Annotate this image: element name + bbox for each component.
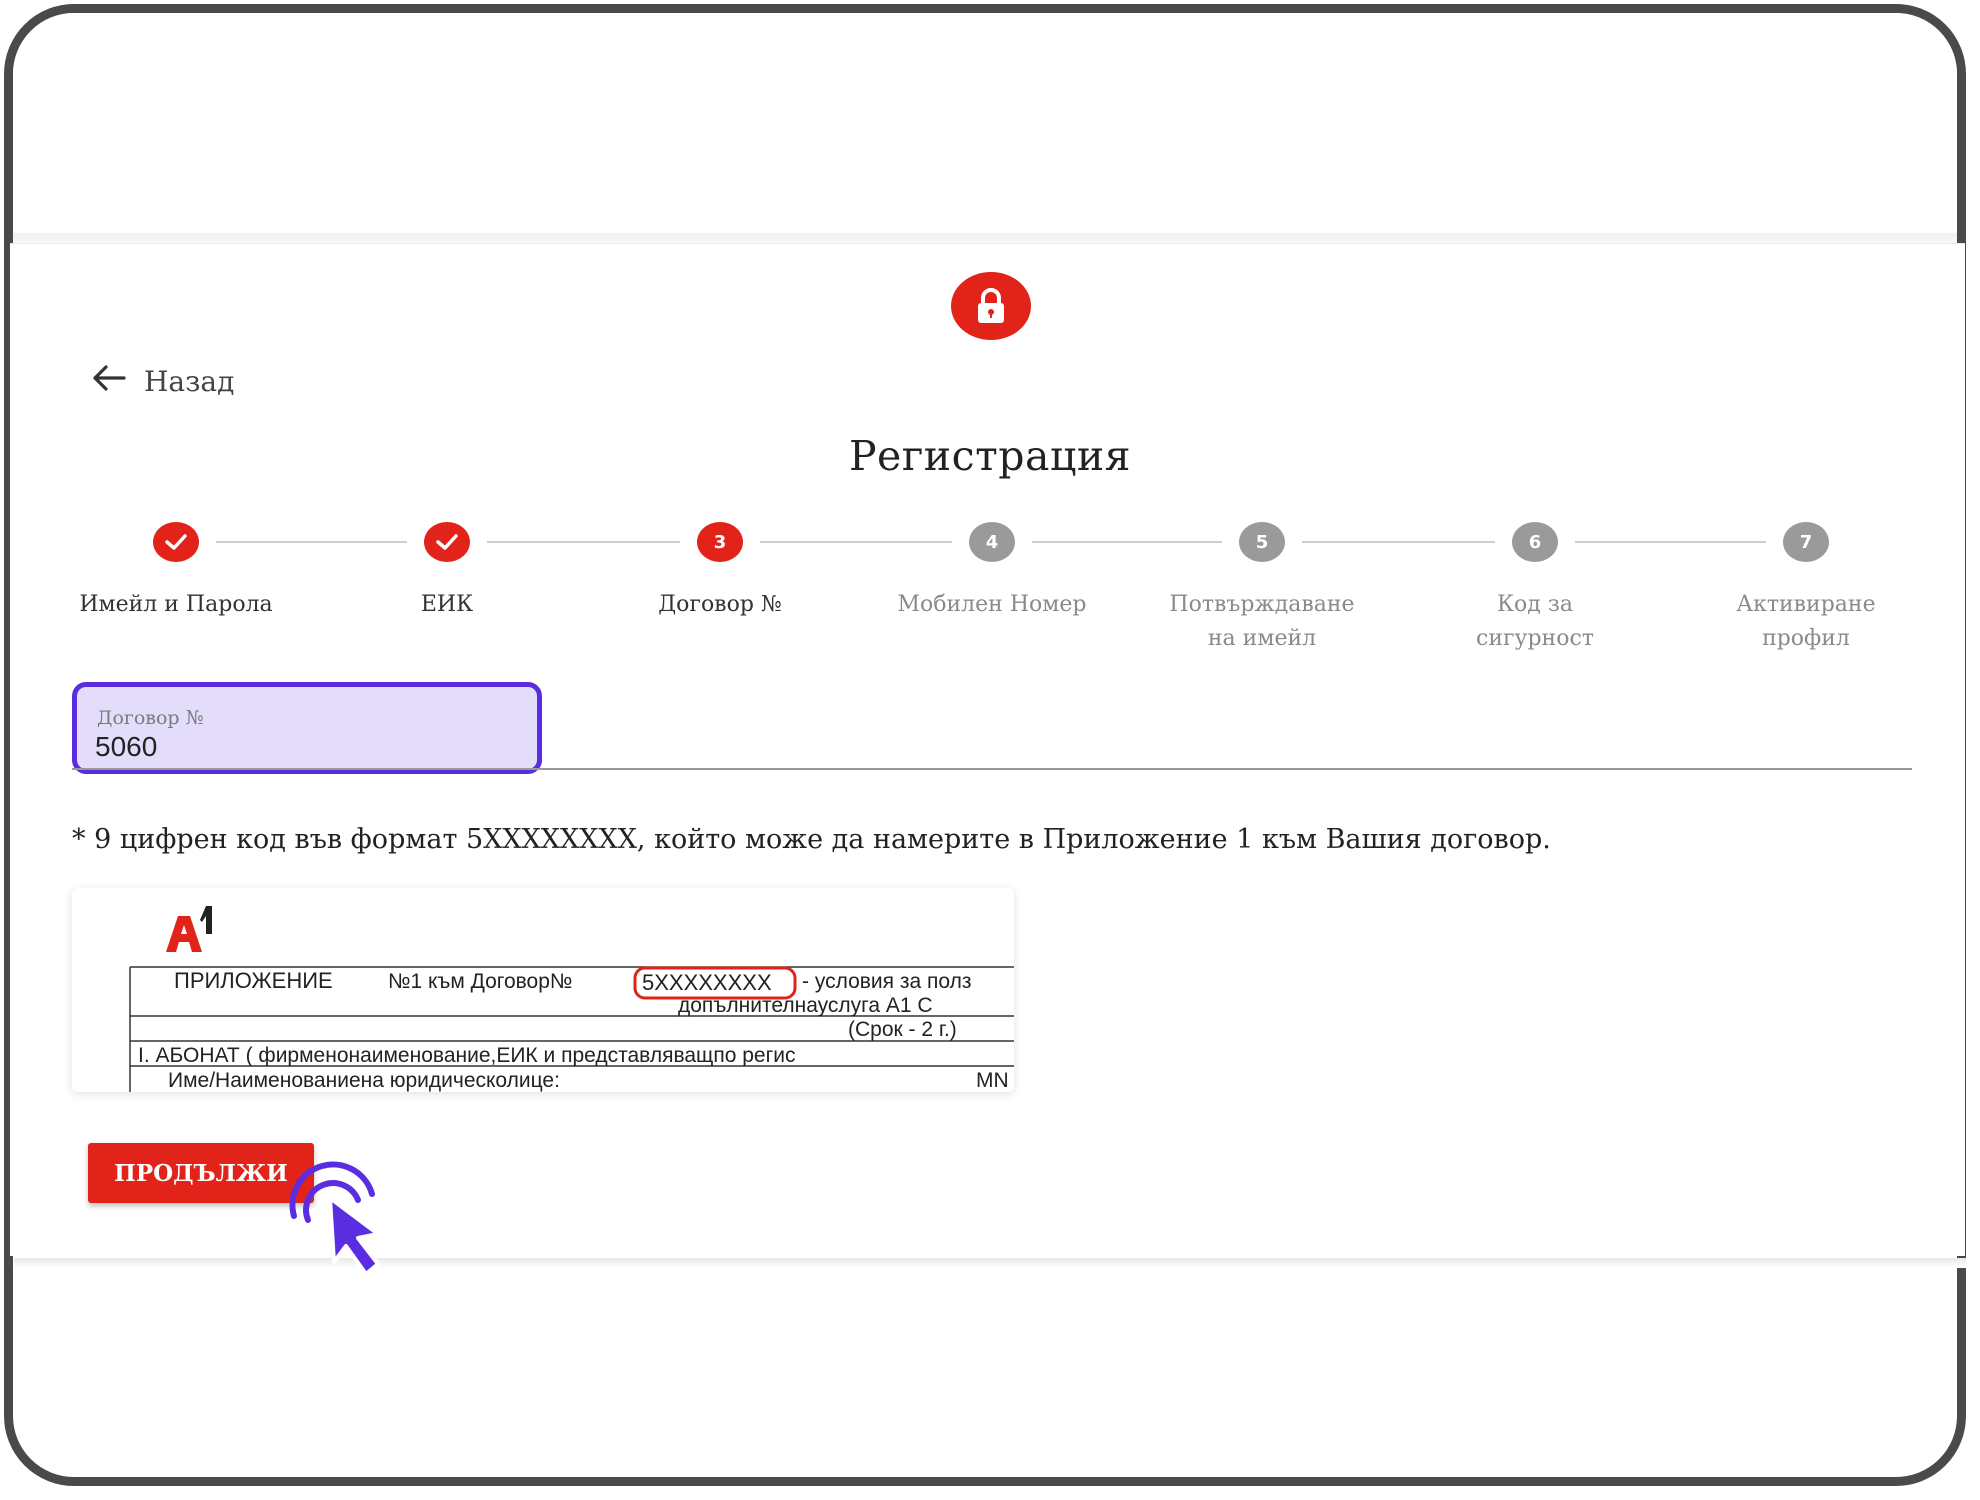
document-row5-right: МN xyxy=(976,1069,1009,1092)
document-row3: (Срок - 2 г.) xyxy=(848,1018,957,1041)
pointer-cursor-icon xyxy=(286,1160,416,1284)
document-row1-left: ПРИЛОЖЕНИЕ xyxy=(174,968,333,993)
document-logo-text: A1 xyxy=(175,937,195,954)
continue-button[interactable]: ПРОДЪЛЖИ xyxy=(88,1143,314,1203)
step-connector xyxy=(216,541,407,543)
document-row1-right: - условия за полз xyxy=(802,970,971,993)
contract-number-field[interactable]: Договор № xyxy=(72,682,542,774)
field-underline xyxy=(72,768,1912,770)
arrow-left-icon xyxy=(92,365,126,398)
lock-icon xyxy=(951,272,1031,340)
step-2-indicator xyxy=(424,522,470,562)
step-1-label: Имейл и Парола xyxy=(79,592,273,617)
top-band xyxy=(13,13,1957,245)
document-row1-code: 5XXXXXXXX xyxy=(642,970,772,995)
step-5-label: Потвърждаване на имейл xyxy=(1169,592,1355,651)
back-link[interactable]: Назад xyxy=(92,365,234,398)
step-4-label: Мобилен Номер xyxy=(897,592,1087,617)
step-3-label: Договор № xyxy=(658,592,782,617)
check-icon xyxy=(436,534,458,550)
back-label: Назад xyxy=(144,365,235,398)
check-icon xyxy=(165,534,187,550)
contract-number-input[interactable] xyxy=(95,731,515,763)
step-number: 3 xyxy=(713,531,727,553)
step-connector xyxy=(487,541,680,543)
page-title: Регистрация xyxy=(848,432,1132,480)
document-row1-mid: №1 към Договор№ xyxy=(388,970,572,993)
step-2-label: ЕИК xyxy=(420,592,474,617)
step-3-indicator: 3 xyxy=(697,522,743,562)
step-connector xyxy=(1575,541,1766,543)
format-hint: * 9 цифрен код във формат 5XXXXXXXX, кой… xyxy=(72,824,1551,855)
step-connector xyxy=(760,541,952,543)
step-1-indicator xyxy=(153,522,199,562)
document-row4: I. АБОНАТ ( фирменонаименование,ЕИК и пр… xyxy=(138,1044,795,1067)
progress-stepper: Имейл и Парола ЕИК 3 Договор № 4 Мобилен Номе… xyxy=(0,512,1980,652)
step-connector xyxy=(1032,541,1222,543)
step-number: 7 xyxy=(1799,531,1813,553)
step-number: 6 xyxy=(1528,531,1542,553)
contract-sample-image: A1 ПРИЛОЖЕНИЕ №1 към Договор№ 5XXXXXXXX … xyxy=(72,888,1014,1092)
document-row5-left: Име/Наименованиена юридическолице: xyxy=(168,1069,560,1092)
step-7-indicator: 7 xyxy=(1783,522,1829,562)
step-connector xyxy=(1302,541,1495,543)
document-row2: допълнителнауслуга А1 С xyxy=(678,994,933,1017)
step-7-label: Активиране профил xyxy=(1736,592,1876,651)
contract-number-label: Договор № xyxy=(97,707,204,729)
step-number: 5 xyxy=(1255,531,1269,553)
step-5-indicator: 5 xyxy=(1239,522,1285,562)
step-6-label: Код за сигурност xyxy=(1476,592,1594,651)
step-number: 4 xyxy=(985,531,999,553)
step-4-indicator: 4 xyxy=(969,522,1015,562)
step-6-indicator: 6 xyxy=(1512,522,1558,562)
